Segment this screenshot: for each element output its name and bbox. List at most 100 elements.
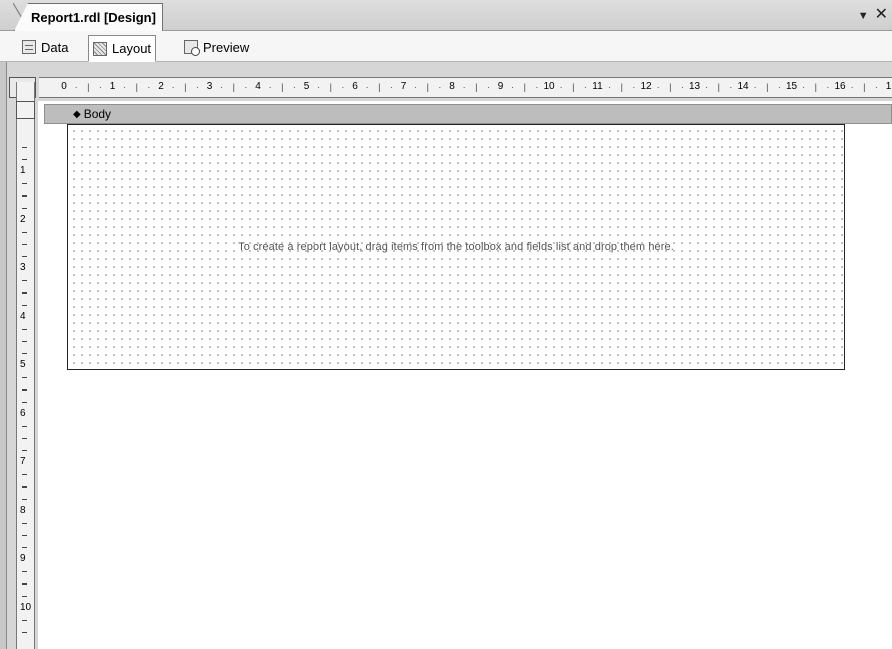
ruler-tick <box>22 147 27 148</box>
document-title: Report1.rdl [Design] <box>31 10 156 25</box>
ruler-tick: · <box>220 82 224 92</box>
view-tabs-bar: Data Layout Preview <box>0 31 892 62</box>
ruler-mark: 4 <box>255 81 261 92</box>
ruler-mark: 3 <box>206 81 213 92</box>
preview-tab-icon <box>184 40 200 56</box>
ruler-mark: 9 <box>497 81 504 92</box>
ruler-tick <box>22 619 27 621</box>
ruler-mark: 5 <box>303 81 310 92</box>
ruler-tick: · <box>608 82 612 92</box>
ruler-tick: · <box>317 82 321 92</box>
ruler-tick: | <box>523 82 526 92</box>
ruler-tick <box>22 522 27 524</box>
ruler-mark: 5 <box>20 359 26 370</box>
ruler-tick: · <box>656 82 660 92</box>
ruler-mark: 7 <box>20 456 26 467</box>
ruler-tick <box>22 595 27 597</box>
ruler-tick: · <box>777 82 781 92</box>
ruler-mark: 2 <box>158 81 164 92</box>
ruler-tick: · <box>147 82 151 92</box>
ruler-tick <box>22 292 27 294</box>
ruler-tick <box>22 304 27 306</box>
ruler-tick: · <box>753 82 757 92</box>
ruler-tick: | <box>620 82 623 92</box>
ruler-tick <box>22 353 27 354</box>
tab-data[interactable]: Data <box>18 36 72 58</box>
ruler-tick: · <box>74 82 78 92</box>
ruler-tick: | <box>766 82 769 92</box>
ruler-tick <box>22 328 27 330</box>
ruler-tick: | <box>669 82 672 92</box>
ruler-mark: 1 <box>20 165 26 176</box>
document-tab[interactable]: Report1.rdl [Design] <box>14 3 163 31</box>
tab-preview-label: Preview <box>203 39 250 55</box>
tab-preview[interactable]: Preview <box>180 36 253 58</box>
ruler-tick <box>22 207 27 209</box>
ruler-tick: · <box>365 82 369 92</box>
tab-layout[interactable]: Layout <box>88 35 157 62</box>
ruler-tick <box>22 535 27 536</box>
ruler-mark: 3 <box>20 262 26 273</box>
ruler-tick <box>22 195 27 197</box>
ruler-tick: · <box>123 82 127 92</box>
ruler-mark: 15 <box>785 81 798 92</box>
ruler-mark: 12 <box>640 81 652 92</box>
ruler-tick: · <box>535 82 539 92</box>
pin-dropdown-icon[interactable]: ▼ <box>858 8 869 24</box>
ruler-tick: · <box>850 82 854 92</box>
ruler-tick <box>22 231 27 233</box>
ruler-tick: · <box>729 82 733 92</box>
ruler-mark: 14 <box>737 81 749 92</box>
ruler-tick: | <box>329 82 332 92</box>
ruler-mark: 4 <box>20 310 26 322</box>
ruler-tick: · <box>583 82 587 92</box>
ruler-tick <box>22 438 27 439</box>
ruler-tick: · <box>802 82 806 92</box>
ruler-tick: · <box>389 82 393 92</box>
ruler-tick: · <box>98 82 102 92</box>
design-frame-edge <box>0 62 7 649</box>
window-controls: ▼ ✕ <box>858 6 888 24</box>
ruler-tick <box>22 474 27 475</box>
ruler-tick: | <box>87 82 90 92</box>
body-section-label: Body <box>83 107 112 121</box>
ruler-tick: | <box>475 82 478 92</box>
ruler-tick <box>22 183 27 184</box>
ruler-mark: 11 <box>592 81 603 92</box>
ruler-tick: · <box>874 82 878 92</box>
ruler-tick: | <box>863 82 866 92</box>
ruler-tick: · <box>632 82 636 92</box>
ruler-tick <box>22 547 27 548</box>
ruler-tick <box>22 244 27 245</box>
vertical-ruler: 1 2 3 4 5 6 7 8 9 10 <box>16 82 35 649</box>
ruler-tick: · <box>511 82 515 92</box>
body-design-grid[interactable]: To create a report layout, drag items fr… <box>67 124 845 370</box>
ruler-tick <box>22 571 27 572</box>
ruler-tick: · <box>559 82 563 92</box>
ruler-tick <box>22 341 27 342</box>
ruler-tick <box>22 256 27 257</box>
ruler-tick <box>22 486 27 488</box>
ruler-tick: | <box>572 82 575 92</box>
ruler-tick: | <box>135 82 138 92</box>
ruler-mark: 8 <box>449 81 455 92</box>
ruler-mark: 0 <box>61 81 67 92</box>
ruler-mark: 7 <box>400 81 407 92</box>
layout-tab-icon <box>93 41 107 56</box>
ruler-tick: · <box>268 82 272 92</box>
body-section-header[interactable]: ◆ Body <box>44 104 892 124</box>
ruler-mark: 9 <box>20 553 26 564</box>
ruler-mark: 16 <box>834 81 846 92</box>
ruler-tick <box>22 159 27 160</box>
ruler-tick <box>22 389 27 391</box>
close-icon[interactable]: ✕ <box>875 7 888 23</box>
ruler-tick: | <box>232 82 235 92</box>
ruler-tick <box>22 583 27 585</box>
ruler-tick: · <box>680 82 684 92</box>
ruler-mark: 2 <box>20 213 26 225</box>
ruler-tick: | <box>426 82 429 92</box>
ruler-mark: 13 <box>688 81 701 92</box>
ruler-tick <box>22 450 27 451</box>
ruler-mark: 8 <box>20 504 26 516</box>
ruler-tick: · <box>826 82 830 92</box>
